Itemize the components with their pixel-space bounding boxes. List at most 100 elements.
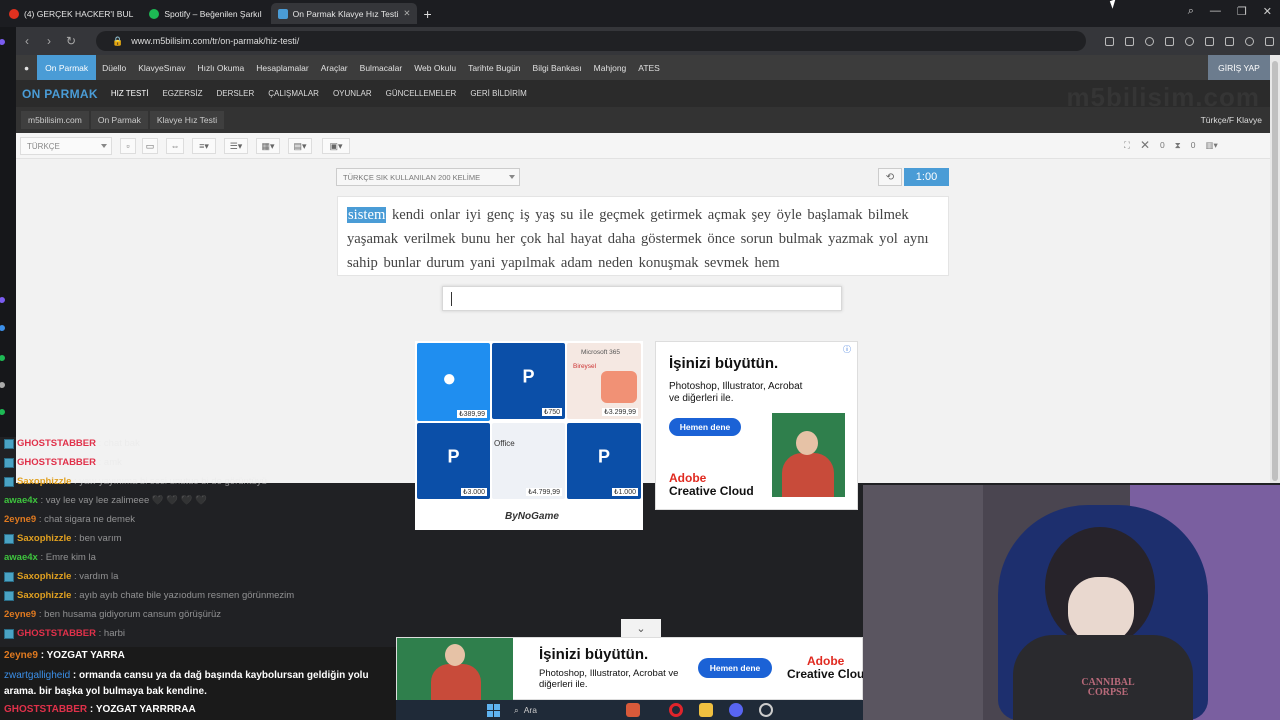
grid-button[interactable]: ▦▾	[256, 138, 280, 154]
submenu-item[interactable]: GERİ BİLDİRİM	[463, 89, 533, 98]
forward-icon[interactable]: ›	[38, 34, 60, 48]
menu-item[interactable]: Tarihte Bugün	[462, 63, 526, 73]
shield-icon[interactable]	[1145, 36, 1154, 46]
playstation-card[interactable]: P ₺3.000	[417, 423, 490, 499]
align-button[interactable]: ☰▾	[224, 138, 248, 154]
width-button[interactable]: ⇔	[166, 138, 184, 154]
taskbar-search[interactable]: ⌕ Ara	[514, 703, 614, 717]
breadcrumb-item[interactable]: On Parmak	[90, 111, 148, 129]
dock-app-icon[interactable]	[0, 39, 5, 45]
site-sub-menu: ON PARMAK HIZ TESTİ EGZERSİZ DERSLER ÇAL…	[16, 80, 1270, 112]
maximize-icon[interactable]: ❐	[1237, 5, 1247, 18]
adobe-logo: Adobe Creative Clou	[787, 655, 864, 681]
playstation-card[interactable]: P ₺750	[492, 343, 565, 419]
reload-icon[interactable]: ↻	[60, 34, 82, 48]
giftcard-ad[interactable]: ● ₺389,99 P ₺750 Microsoft 365 Bireysel ₺3.2…	[415, 341, 643, 530]
tab-label: On Parmak Klavye Hız Testi	[292, 8, 399, 19]
lines-button[interactable]: ≡▾	[192, 138, 216, 154]
discord-icon[interactable]	[729, 703, 743, 717]
menu-item[interactable]: ATES	[632, 63, 666, 73]
menu-item[interactable]: Hızlı Okuma	[192, 63, 251, 73]
adobe-banner-ad[interactable]: İşinizi büyütün. Photoshop, Illustrator,…	[396, 637, 864, 700]
camera-icon[interactable]	[1125, 36, 1134, 46]
opera-icon[interactable]	[669, 703, 683, 717]
dock-app-icon[interactable]	[0, 409, 5, 415]
menu-item[interactable]: Web Okulu	[408, 63, 462, 73]
apple-card[interactable]: ● ₺389,99	[417, 343, 490, 421]
chat-message: GHOSTSTABBER : YOZGAT YARRRRAA	[4, 704, 196, 715]
page-scrollbar[interactable]	[1270, 55, 1280, 483]
ad-info-icon[interactable]: ⓘ	[843, 344, 851, 355]
font-size-button[interactable]: ▫	[120, 138, 136, 154]
chat-text: : Emre kim la	[37, 552, 96, 563]
ad-cta-button[interactable]: Hemen dene	[669, 418, 741, 436]
menu-item[interactable]: Araçlar	[315, 63, 354, 73]
fullscreen-icon[interactable]: ⛶	[1124, 140, 1130, 151]
edit-icon[interactable]	[1105, 36, 1114, 46]
submenu-item[interactable]: EGZERSİZ	[155, 89, 209, 98]
submenu-item[interactable]: DERSLER	[209, 89, 261, 98]
menu-item[interactable]: Bulmacalar	[354, 63, 409, 73]
menu-item[interactable]: Mahjong	[588, 63, 633, 73]
word-set-select[interactable]: TÜRKÇE SIK KULLANILAN 200 KELİME	[336, 168, 520, 186]
close-tab-icon[interactable]: ✕	[403, 8, 410, 19]
language-value: TÜRKÇE	[27, 141, 60, 151]
extensions-icon[interactable]	[1265, 36, 1274, 46]
folder-icon[interactable]	[699, 703, 713, 717]
back-icon[interactable]: ‹	[16, 34, 38, 48]
dock-app-icon[interactable]	[0, 325, 5, 331]
site-brand[interactable]: ON PARMAK	[16, 87, 104, 101]
submenu-item[interactable]: OYUNLAR	[326, 89, 379, 98]
close-window-icon[interactable]: ✕	[1263, 5, 1272, 18]
restart-button[interactable]: ⟲	[878, 168, 902, 186]
breadcrumb-item[interactable]: Klavye Hız Testi	[149, 111, 225, 129]
menu-item[interactable]: Bilgi Bankası	[527, 63, 588, 73]
chevron-down-icon[interactable]: ⌄	[621, 619, 661, 637]
list-button[interactable]: ▤▾	[288, 138, 312, 154]
breadcrumb-item[interactable]: m5bilisim.com	[21, 111, 89, 129]
taskbar-app-icon[interactable]	[626, 703, 640, 717]
typing-input[interactable]	[442, 286, 842, 311]
submenu-item-hiz-testi[interactable]: HIZ TESTİ	[104, 89, 156, 98]
dock-app-icon[interactable]	[0, 382, 5, 388]
chat-user: 2eyne9	[4, 609, 37, 620]
display-button[interactable]: ▣▾	[322, 138, 350, 154]
microsoft365-card[interactable]: Microsoft 365 Bireysel ₺3.299,99	[567, 343, 641, 419]
heart-icon[interactable]	[1185, 36, 1194, 46]
login-button[interactable]: GİRİŞ YAP	[1208, 55, 1270, 80]
dock-app-icon[interactable]	[0, 297, 5, 303]
home-icon[interactable]: ●	[16, 63, 37, 73]
language-select[interactable]: TÜRKÇE	[20, 137, 112, 155]
download-icon[interactable]	[1205, 36, 1214, 46]
minimize-icon[interactable]: —	[1210, 5, 1221, 18]
ad-cta-button[interactable]: Hemen dene	[698, 658, 772, 678]
adobe-ad[interactable]: ⓘ İşinizi büyütün. Photoshop, Illustrato…	[655, 341, 858, 510]
search-tabs-icon[interactable]: ⌕	[1188, 5, 1194, 18]
chart-icon[interactable]: ▥▾	[1205, 140, 1217, 151]
chat-user: awae4x	[4, 495, 38, 506]
new-tab-button[interactable]: +	[423, 6, 431, 22]
dock-app-icon[interactable]	[0, 355, 5, 361]
keyboard-button[interactable]: ▭	[142, 138, 158, 154]
tab-on-parmak[interactable]: On Parmak Klavye Hız Testi ✕	[270, 3, 418, 24]
playstation-icon: P	[447, 446, 460, 467]
tab-spotify[interactable]: Spotify – Beğenilen Şarkıl	[142, 3, 268, 24]
menu-item[interactable]: KlavyeSınav	[132, 63, 191, 73]
playstation-card[interactable]: P ₺1.000	[567, 423, 641, 499]
profile-icon[interactable]	[1245, 36, 1254, 46]
tab-youtube[interactable]: (4) GERÇEK HACKER'I BUL	[2, 3, 140, 24]
submenu-item[interactable]: GÜNCELLEMELER	[379, 89, 464, 98]
menu-item[interactable]: Düello	[96, 63, 132, 73]
keyboard-layout-label[interactable]: Türkçe/F Klavye	[1201, 115, 1262, 125]
play-icon[interactable]	[1165, 36, 1174, 46]
office-card[interactable]: Office ₺4.799,99	[492, 423, 565, 499]
submenu-item[interactable]: ÇALIŞMALAR	[261, 89, 326, 98]
steam-icon[interactable]	[759, 703, 773, 717]
windows-start-icon[interactable]	[487, 704, 500, 717]
time-count: 0	[1190, 140, 1196, 150]
menu-icon[interactable]	[1225, 36, 1234, 46]
menu-item-on-parmak[interactable]: On Parmak	[37, 55, 97, 80]
menu-item[interactable]: Hesaplamalar	[250, 63, 314, 73]
url-field[interactable]: 🔒 www.m5bilisim.com/tr/on-parmak/hiz-test…	[96, 31, 1086, 51]
scrollbar-thumb[interactable]	[1272, 61, 1278, 481]
